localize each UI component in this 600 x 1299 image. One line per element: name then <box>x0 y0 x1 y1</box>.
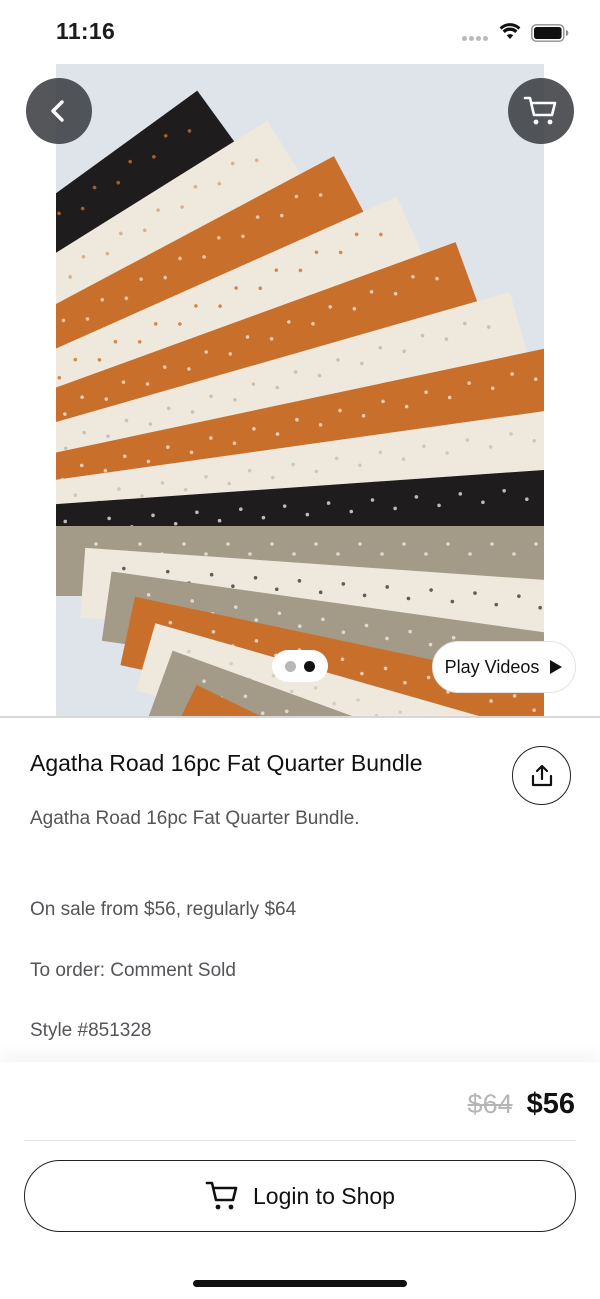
share-icon <box>531 764 552 786</box>
cart-button[interactable] <box>508 78 574 144</box>
cart-icon <box>523 96 557 125</box>
login-to-shop-button[interactable]: Login to Shop <box>24 1160 576 1232</box>
play-videos-button[interactable]: Play Videos <box>432 641 576 693</box>
product-description: Agatha Road 16pc Fat Quarter Bundle. <box>30 808 360 829</box>
gallery-pager[interactable] <box>272 650 328 682</box>
fabric-fan-image <box>56 64 544 716</box>
chevron-left-icon <box>51 100 64 122</box>
wifi-icon <box>499 23 521 39</box>
product-photo[interactable] <box>56 64 544 716</box>
order-info: To order: Comment Sold <box>30 960 236 981</box>
signal-dots-icon <box>462 36 490 42</box>
status-time: 11:16 <box>56 18 116 44</box>
play-videos-label: Play Videos <box>444 656 540 677</box>
battery-icon <box>531 24 569 42</box>
regular-price: $64 <box>467 1089 513 1119</box>
sale-info: On sale from $56, regularly $64 <box>30 899 297 920</box>
home-indicator[interactable] <box>193 1280 407 1287</box>
product-detail-screen: 11:16 Play Videos Agatha Road 16pc Fat Q… <box>0 0 600 1299</box>
gallery-divider <box>0 716 600 718</box>
cart-icon <box>205 1181 238 1210</box>
pager-dot[interactable] <box>285 660 296 672</box>
pager-dot-active[interactable] <box>304 660 315 672</box>
login-to-shop-label: Login to Shop <box>253 1182 395 1209</box>
product-gallery[interactable]: Play Videos <box>0 64 600 716</box>
status-bar: 11:16 <box>0 0 600 64</box>
share-button[interactable] <box>512 746 571 805</box>
back-button[interactable] <box>26 78 92 144</box>
purchase-bar: $64 $56 Login to Shop <box>0 1062 600 1299</box>
price-row: $64 $56 <box>468 1088 575 1121</box>
product-title: Agatha Road 16pc Fat Quarter Bundle <box>30 750 423 776</box>
play-icon <box>550 660 563 674</box>
purchase-bar-divider <box>24 1140 576 1141</box>
style-number: Style #851328 <box>30 1020 152 1041</box>
sale-price: $56 <box>526 1088 575 1120</box>
